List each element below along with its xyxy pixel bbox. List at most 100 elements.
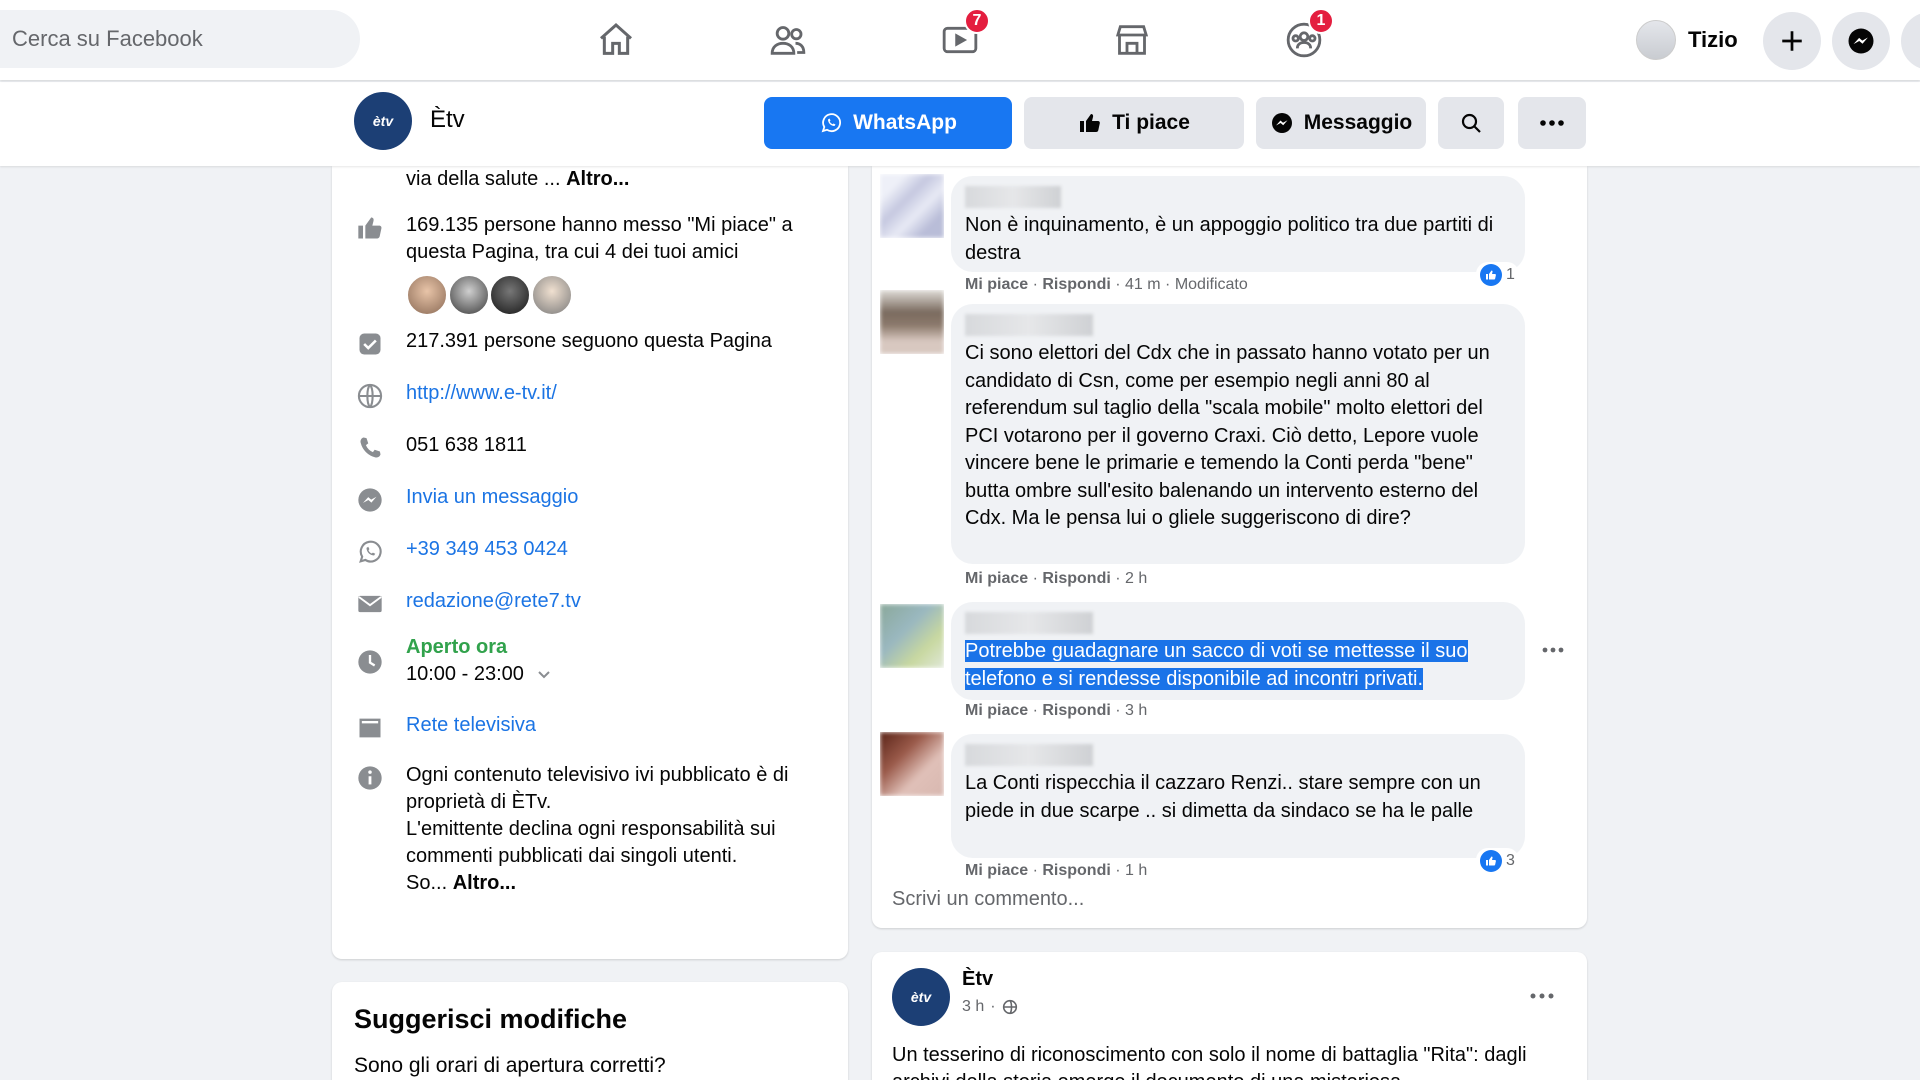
home-nav-button[interactable] <box>586 14 646 66</box>
friend-avatar[interactable] <box>406 274 448 316</box>
comment-time[interactable]: 1 h <box>1125 862 1147 879</box>
commenter-name-blurred[interactable] <box>965 314 1093 336</box>
comment-meta: Mi piace · Rispondi · 41 m · Modificato <box>965 276 1248 293</box>
user-avatar <box>1636 20 1676 60</box>
followers-text: 217.391 persone seguono questa Pagina <box>406 330 772 352</box>
write-comment-input[interactable]: Scrivi un commento... <box>892 888 1084 911</box>
category-flag-icon <box>354 712 386 742</box>
create-button[interactable] <box>1763 12 1821 70</box>
suggest-title: Suggerisci modifiche <box>354 1004 628 1034</box>
commenter-name-blurred[interactable] <box>965 612 1093 634</box>
top-navigation-bar: Cerca su Facebook 7 1 Tizio <box>0 0 1920 80</box>
page-search-button[interactable] <box>1438 97 1504 149</box>
comment-reactions[interactable]: 1 <box>1476 262 1519 288</box>
comment-text: La Conti rispecchia il cazzaro Renzi.. s… <box>965 772 1481 822</box>
like-page-button[interactable]: Ti piace <box>1024 97 1244 149</box>
email-row: redazione@rete7.tv <box>354 588 581 618</box>
more-dots-icon <box>1542 647 1564 653</box>
comment-meta: Mi piace · Rispondi · 2 h <box>965 570 1148 587</box>
email-link[interactable]: redazione@rete7.tv <box>406 588 581 618</box>
comment-like-link[interactable]: Mi piace <box>965 702 1028 719</box>
category-link[interactable]: Rete televisiva <box>406 712 536 742</box>
chevron-down-icon <box>538 671 551 679</box>
whatsapp-row: +39 349 453 0424 <box>354 536 568 566</box>
thumbs-up-icon <box>1080 114 1100 132</box>
comments-card: Non è inquinamento, è un appoggio politi… <box>872 166 1587 928</box>
comment-text-selected[interactable]: Potrebbe guadagnare un sacco di voti se … <box>965 640 1468 690</box>
comment-time[interactable]: 41 m <box>1125 276 1161 293</box>
comment-text: Ci sono elettori del Cdx che in passato … <box>965 342 1490 529</box>
comment-time[interactable]: 2 h <box>1125 570 1147 587</box>
search-input[interactable]: Cerca su Facebook <box>0 10 360 68</box>
comment-edited-label: Modificato <box>1174 276 1248 293</box>
comment-time[interactable]: 3 h <box>1125 702 1147 719</box>
page-more-button[interactable] <box>1518 97 1586 149</box>
whatsapp-icon <box>821 113 842 133</box>
search-placeholder: Cerca su Facebook <box>12 26 203 51</box>
commenter-avatar[interactable] <box>880 604 944 668</box>
friend-avatar[interactable] <box>530 274 573 316</box>
reaction-count: 1 <box>1506 266 1515 283</box>
comment-reply-link[interactable]: Rispondi <box>1042 862 1110 879</box>
friends-avatars[interactable] <box>406 274 834 320</box>
hours-dropdown[interactable]: 10:00 - 23:00 <box>406 661 551 688</box>
watch-badge: 7 <box>964 8 990 34</box>
description-more-link[interactable]: Altro... <box>453 872 516 894</box>
commenter-name-blurred[interactable] <box>965 186 1061 208</box>
comment-text: Non è inquinamento, è un appoggio politi… <box>965 214 1494 264</box>
post-author-avatar[interactable]: ètv <box>892 968 950 1026</box>
notifications-button[interactable] <box>1901 12 1920 70</box>
whatsapp-button-label: WhatsApp <box>853 111 957 134</box>
profile-button[interactable]: Tizio <box>1636 14 1738 66</box>
whatsapp-button[interactable]: WhatsApp <box>764 97 1012 149</box>
commenter-avatar[interactable] <box>880 732 944 796</box>
comment-bubble: Ci sono elettori del Cdx che in passato … <box>951 304 1525 564</box>
user-name: Tizio <box>1688 27 1738 52</box>
suggest-question: Sono gli orari di apertura corretti? <box>354 1054 666 1077</box>
comment-like-link[interactable]: Mi piace <box>965 862 1028 879</box>
page-name[interactable]: Ètv <box>430 106 465 134</box>
comment-reactions[interactable]: 3 <box>1476 848 1519 874</box>
intro-text: via della salute ... <box>406 168 567 190</box>
marketplace-icon <box>1115 25 1149 55</box>
send-message-link[interactable]: Invia un messaggio <box>406 484 578 514</box>
post-options-button[interactable] <box>1530 986 1554 1004</box>
message-button[interactable]: Messaggio <box>1256 97 1426 149</box>
comment-options-button[interactable] <box>1542 640 1564 658</box>
like-page-label: Ti piace <box>1112 111 1190 134</box>
post-time: 3 h <box>962 998 985 1015</box>
watch-nav-button[interactable]: 7 <box>930 8 990 66</box>
plus-icon <box>1782 31 1802 51</box>
comment-like-link[interactable]: Mi piace <box>965 276 1028 293</box>
comment-reply-link[interactable]: Rispondi <box>1042 702 1110 719</box>
groups-badge: 1 <box>1308 8 1334 34</box>
followers-row: 217.391 persone seguono questa Pagina <box>354 328 772 358</box>
page-logo[interactable]: ètv <box>354 92 412 150</box>
post-author-name[interactable]: Ètv <box>962 968 993 991</box>
commenter-avatar[interactable] <box>880 290 944 354</box>
friend-avatar[interactable] <box>447 274 490 316</box>
reaction-count: 3 <box>1506 852 1515 869</box>
commenter-avatar[interactable] <box>880 174 944 238</box>
intro-row: via della salute ... Altro... <box>406 166 629 193</box>
followers-check-icon <box>354 328 386 358</box>
post-card: ètv Ètv 3 h · Un tesserino di riconoscim… <box>872 952 1587 1080</box>
intro-more-link[interactable]: Altro... <box>566 168 629 190</box>
friends-nav-button[interactable] <box>758 14 818 66</box>
friend-avatar[interactable] <box>489 274 532 316</box>
description-row: Ogni contenuto televisivo ivi pubblicato… <box>354 762 824 897</box>
comment-bubble: Non è inquinamento, è un appoggio politi… <box>951 176 1525 272</box>
messenger-button[interactable] <box>1832 12 1890 70</box>
comment-reply-link[interactable]: Rispondi <box>1042 276 1110 293</box>
commenter-name-blurred[interactable] <box>965 744 1093 766</box>
whatsapp-number-link[interactable]: +39 349 453 0424 <box>406 536 568 566</box>
clock-icon <box>354 634 386 688</box>
website-link[interactable]: http://www.e-tv.it/ <box>406 380 557 410</box>
comment-like-link[interactable]: Mi piace <box>965 570 1028 587</box>
marketplace-nav-button[interactable] <box>1102 14 1162 66</box>
page-info-card: via della salute ... Altro... 169.135 pe… <box>332 166 848 959</box>
comment-bubble: Potrebbe guadagnare un sacco di voti se … <box>951 602 1525 700</box>
comment-reply-link[interactable]: Rispondi <box>1042 570 1110 587</box>
groups-nav-button[interactable]: 1 <box>1274 8 1334 66</box>
post-timestamp[interactable]: 3 h · <box>962 998 1018 1016</box>
